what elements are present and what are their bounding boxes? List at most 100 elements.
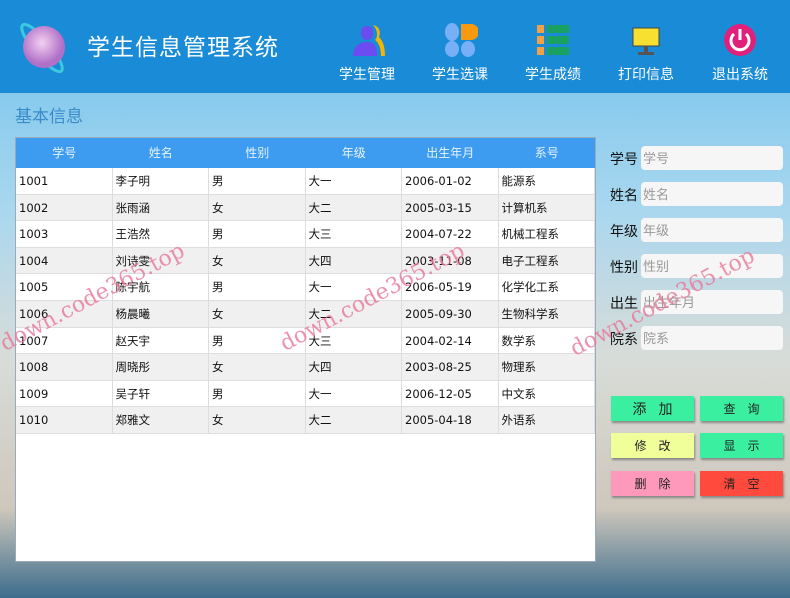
edit-button[interactable]: 修改 [611,433,694,458]
field-label: 出生 [610,296,638,312]
table-cell: 大一 [306,274,402,300]
column-header[interactable]: 系号 [499,138,596,168]
table-cell: 2004-07-22 [402,221,499,247]
table-row[interactable]: 1005 陈宇航男大一 2006-05-19 化学化工系 [16,274,595,301]
field-input[interactable] [641,326,783,350]
table-cell: 李子明 [113,168,209,194]
table-cell: 陈宇航 [113,274,209,300]
table-cell: 张雨涵 [113,194,209,221]
column-header[interactable]: 姓名 [113,138,210,168]
column-header[interactable]: 出生年月 [402,138,499,168]
column-header[interactable]: 学号 [16,138,113,168]
table-cell: 1006 [16,300,113,327]
nav-print-info[interactable]: 打印信息 [606,22,686,84]
table-cell: 女 [209,407,306,433]
add-button[interactable]: 添加 [611,396,694,421]
nav-label: 学生管理 [339,67,395,83]
nav-course-selection[interactable]: 学生选课 [420,22,500,84]
table-cell: 赵天宇 [113,327,209,354]
table-cell: 大一 [306,380,402,407]
table-cell: 王浩然 [113,221,209,247]
field-label: 院系 [610,332,638,348]
monitor-icon [632,27,660,55]
nav-label: 打印信息 [618,67,674,83]
users-icon [353,25,385,56]
table-cell: 大二 [306,300,402,327]
apps-icon [445,23,478,57]
table-cell: 2003-08-25 [402,354,499,380]
table-cell: 周晓彤 [113,354,209,380]
table-cell: 1004 [16,247,113,274]
table-cell: 女 [209,300,306,327]
table-cell: 1002 [16,194,113,221]
table-cell: 2006-05-19 [402,274,499,300]
table-cell: 刘诗雯 [113,247,209,274]
field-label: 年级 [610,224,638,240]
table-cell: 1007 [16,327,113,354]
column-header[interactable]: 年级 [306,138,403,168]
table-cell: 郑雅文 [113,407,209,433]
table-cell: 大二 [306,407,402,433]
nav-exit-system[interactable]: 退出系统 [700,22,780,84]
table-cell: 男 [209,380,306,407]
table-row[interactable]: 1003 王浩然男大三 2004-07-22 机械工程系 [16,221,595,248]
delete-button[interactable]: 删除 [611,471,694,496]
table-row[interactable]: 1001 李子明男大一 2006-01-02 能源系 [16,168,595,195]
table-cell: 女 [209,194,306,221]
table-cell: 大四 [306,354,402,380]
nav-student-scores[interactable]: 学生成绩 [513,22,593,84]
table-row[interactable]: 1006 杨晨曦女大二 2005-09-30 生物科学系 [16,300,595,328]
query-button[interactable]: 查询 [700,396,783,421]
table-cell: 物理系 [499,354,595,380]
table-cell: 大二 [306,194,402,221]
list-icon [537,25,569,55]
table-row[interactable]: 1004 刘诗雯女大四 2003-11-08 电子工程系 [16,247,595,275]
nav-student-management[interactable]: 学生管理 [327,22,407,84]
table-cell: 杨晨曦 [113,300,209,327]
power-icon [724,24,756,56]
show-button[interactable]: 显示 [700,433,783,458]
table-cell: 女 [209,247,306,274]
table-cell: 男 [209,221,306,247]
table-body: 1001 李子明男大一 2006-01-02 能源系 1002 张雨涵女大二 2005-03… [16,168,595,434]
table-row[interactable]: 1008 周晓彤女大四 2003-08-25 物理系 [16,354,595,381]
nav-label: 学生成绩 [525,67,581,83]
table-row[interactable]: 1002 张雨涵女大二 2005-03-15 计算机系 [16,194,595,222]
field-input[interactable] [641,290,783,314]
field-label: 学号 [610,152,638,168]
table-cell: 大三 [306,221,402,247]
table-cell: 外语系 [499,407,595,433]
table-cell: 男 [209,327,306,354]
field-input[interactable] [641,254,783,278]
table-row[interactable]: 1010 郑雅文女大二 2005-04-18 外语系 [16,407,595,434]
field-input[interactable] [641,218,783,242]
table-cell: 电子工程系 [499,247,595,274]
table-row[interactable]: 1009 吴子轩男大一 2006-12-05 中文系 [16,380,595,408]
table-cell: 吴子轩 [113,380,209,407]
table-cell: 男 [209,168,306,194]
table-cell: 大三 [306,327,402,354]
table-row[interactable]: 1007 赵天宇男大三 2004-02-14 数学系 [16,327,595,355]
table-cell: 2006-01-02 [402,168,499,194]
student-table: 学号 姓名 性别 年级 出生年月 系号 1001 李子明男大一 2006-01-02… [15,137,596,562]
table-cell: 大一 [306,168,402,194]
table-cell: 2005-03-15 [402,194,499,221]
nav-label: 学生选课 [432,67,488,83]
table-cell: 2006-12-05 [402,380,499,407]
table-cell: 2004-02-14 [402,327,499,354]
table-cell: 女 [209,354,306,380]
table-cell: 1010 [16,407,113,433]
section-title: 基本信息 [15,107,83,127]
table-cell: 化学化工系 [499,274,595,300]
table-cell: 机械工程系 [499,221,595,247]
nav-label: 退出系统 [712,67,768,83]
column-header[interactable]: 性别 [209,138,306,168]
table-cell: 数学系 [499,327,595,354]
clear-button[interactable]: 清空 [700,471,783,496]
field-input[interactable] [641,146,783,170]
field-label: 性别 [610,260,638,276]
table-cell: 1005 [16,274,113,300]
field-label: 姓名 [610,188,638,204]
field-input[interactable] [641,182,783,206]
table-cell: 1009 [16,380,113,407]
